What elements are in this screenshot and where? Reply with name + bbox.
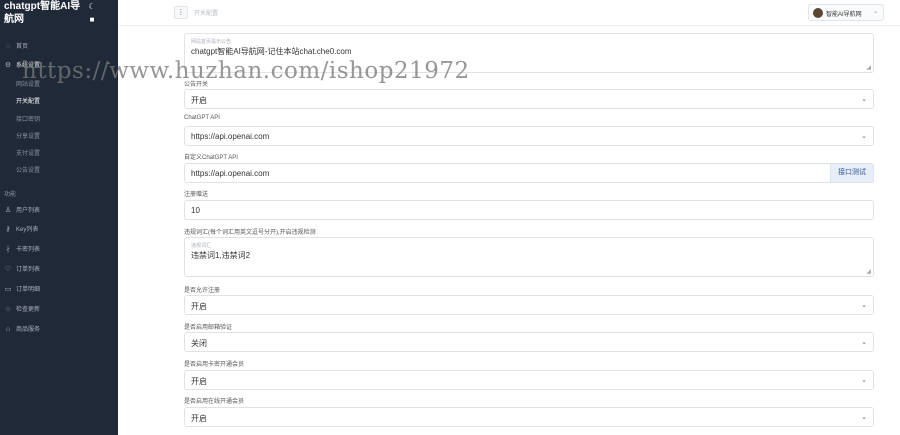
user-icon: ♙ (4, 207, 12, 214)
sidebar-item-cards[interactable]: ∤ 卡密列表 (0, 243, 118, 257)
notice-placeholder: 网站首页提示公告 (191, 39, 232, 45)
chevron-down-icon: ⌄ (873, 9, 879, 15)
allow-register-label: 是否允许注册 (184, 288, 221, 294)
sidebar-item-users[interactable]: ♙ 用户列表 (0, 204, 118, 218)
api-test-button[interactable]: 接口测试 (830, 163, 874, 183)
email-verify-label: 是否启用邮箱验证 (184, 325, 233, 331)
sidebar-item-share-settings[interactable]: 分享设置 (0, 130, 118, 144)
online-member-select[interactable]: 开启 ⌄ (184, 407, 874, 427)
chatgpt-api-select[interactable]: https://api.openai.com ⌄ (184, 126, 874, 146)
custom-api-label: 自定义ChatGPT API (184, 155, 238, 161)
settings-icon: ⚙ (4, 62, 12, 69)
breadcrumb: 开关配置 (194, 11, 219, 17)
sensitive-words-label: 违规词汇(每个词汇用英文逗号分开),开启违规检测 (184, 230, 316, 236)
chevron-down-icon: ⌄ (861, 302, 867, 309)
moon-icon[interactable]: ☾ ■ (86, 0, 98, 26)
card-icon: ∤ (6, 246, 10, 253)
heart-icon: ♡ (4, 266, 12, 273)
avatar (813, 8, 823, 18)
watermark: https://www.huzhan.com/ishop21972 (22, 58, 470, 84)
sensitive-words-placeholder: 违规词汇 (191, 243, 212, 249)
resize-grip-icon[interactable]: ◢ (866, 268, 871, 275)
sidebar-item-order-details[interactable]: ▭ 订单明细 (0, 283, 118, 297)
chevron-down-icon: ⌄ (861, 414, 867, 421)
section-label: 功能 (4, 192, 17, 198)
chevron-down-icon: ⌄ (861, 133, 867, 140)
chatgpt-api-label: ChatGPT API (184, 115, 220, 121)
sidebar-item-check-update[interactable]: ○ 检查更新 (0, 303, 118, 317)
sidebar-item-api-keys[interactable]: 接口密钥 (0, 113, 118, 127)
sidebar-item-orders[interactable]: ♡ 订单列表 (0, 263, 118, 277)
sidebar-item-services[interactable]: ⌂ 商品服务 (0, 323, 118, 337)
chevron-down-icon: ⌄ (861, 377, 867, 384)
cart-icon: ⌂ (5, 326, 11, 333)
chevron-down-icon: ⌄ (861, 339, 867, 346)
menu-icon[interactable]: ⋮ (174, 6, 188, 19)
key-icon: ⚷ (5, 226, 11, 233)
email-verify-select[interactable]: 关闭 ⌄ (184, 332, 874, 352)
card-member-select[interactable]: 开启 ⌄ (184, 370, 874, 390)
sidebar-item-notice-settings[interactable]: 公告设置 (0, 164, 118, 178)
user-name: 智能AI导航网 (826, 12, 862, 18)
online-member-label: 是否启用在线开通会员 (184, 399, 245, 405)
chevron-down-icon: ⌄ (861, 96, 867, 103)
doc-icon: ▭ (4, 286, 12, 293)
user-menu-button[interactable]: 智能AI导航网 ⌄ (808, 4, 884, 21)
sidebar-item-home[interactable]: ◌ 首页 (0, 40, 118, 54)
sidebar-item-keys[interactable]: ⚷ Key列表 (0, 223, 118, 237)
announcement-switch-select[interactable]: 开启 ⌄ (184, 89, 874, 109)
top-header: ⋮ 开关配置 智能AI导航网 ⌄ (118, 0, 900, 26)
sidebar-item-switch-config[interactable]: 开关配置 (0, 95, 118, 109)
allow-register-select[interactable]: 开启 ⌄ (184, 295, 874, 315)
card-member-label: 是否启用卡密开通会员 (184, 362, 245, 368)
brand-title: chatgpt智能AI导航网 (4, 1, 81, 25)
free-count-label: 注册赠送 (184, 192, 209, 198)
notice-value: chatgpt智能AI导航网-记住本站chat.che0.com (191, 47, 352, 56)
resize-grip-icon[interactable]: ◢ (866, 64, 871, 71)
refresh-icon: ○ (5, 306, 11, 313)
sidebar-item-pay-settings[interactable]: 支付设置 (0, 147, 118, 161)
custom-api-input[interactable]: https://api.openai.com (184, 163, 831, 183)
sensitive-words-textarea[interactable]: 违规词汇 违禁词1,违禁词2 ◢ (184, 237, 874, 277)
free-count-input[interactable]: 10 (184, 200, 874, 220)
home-icon: ◌ (5, 43, 11, 50)
